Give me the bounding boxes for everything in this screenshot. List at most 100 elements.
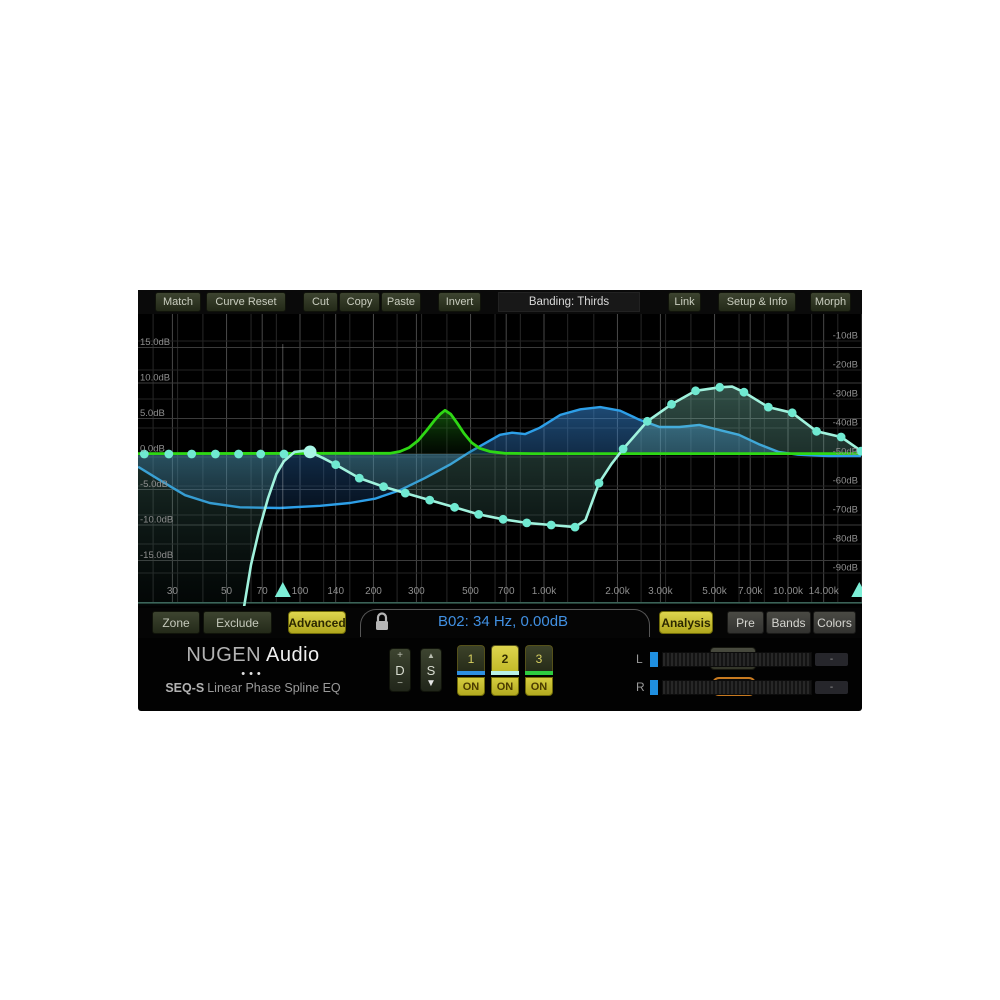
band-2-select[interactable]: 2: [491, 645, 519, 671]
band-3-on-toggle[interactable]: ON: [525, 677, 553, 696]
band-marker-triangle[interactable]: [275, 582, 291, 597]
freq-axis-label: 140: [327, 586, 344, 597]
freq-axis-label: 70: [257, 586, 269, 597]
spline-control-point[interactable]: [715, 383, 724, 392]
brand-dots: •••: [158, 668, 348, 680]
analysis-axis-label: -50dB: [833, 447, 858, 458]
freq-axis-label: 100: [292, 586, 309, 597]
spline-control-point[interactable]: [499, 515, 508, 524]
analysis-axis-label: -40dB: [833, 418, 858, 429]
product-name: SEQ-S: [165, 681, 204, 695]
meter-left-track: [662, 652, 812, 667]
meter-right-track: [662, 680, 812, 695]
curve-reset-button[interactable]: Curve Reset: [206, 292, 286, 312]
colors-button[interactable]: Colors: [813, 611, 856, 634]
freq-axis-label: 10.00k: [773, 586, 804, 597]
spline-control-point[interactable]: [788, 408, 797, 417]
spline-control-point[interactable]: [280, 450, 289, 459]
dither-plus[interactable]: +: [397, 651, 403, 661]
spline-control-point[interactable]: [595, 479, 604, 488]
spline-control-point[interactable]: [234, 450, 243, 459]
spline-control-point[interactable]: [571, 523, 580, 532]
dither-button[interactable]: + D −: [389, 648, 411, 692]
band-3-select[interactable]: 3: [525, 645, 553, 671]
toolbar: Match Curve Reset Cut Copy Paste Invert …: [138, 290, 862, 314]
link-button[interactable]: Link: [668, 292, 701, 312]
spline-control-point[interactable]: [619, 445, 628, 454]
band-1-number: 1: [468, 652, 475, 666]
paste-button[interactable]: Paste: [381, 292, 421, 312]
product-subtitle: Linear Phase Spline EQ: [207, 681, 340, 695]
band-1-select[interactable]: 1: [457, 645, 485, 671]
spline-control-point[interactable]: [355, 474, 364, 483]
spline-control-point[interactable]: [401, 489, 410, 498]
meter-right-clip-indicator: [650, 680, 658, 695]
setup-info-button[interactable]: Setup & Info: [718, 292, 796, 312]
brand-nugen: NUGEN: [186, 644, 261, 666]
band-1-on-toggle[interactable]: ON: [457, 677, 485, 696]
spline-control-point[interactable]: [547, 521, 556, 530]
freq-axis-label: 300: [408, 586, 425, 597]
analysis-button[interactable]: Analysis: [659, 611, 713, 634]
spline-control-point[interactable]: [331, 460, 340, 469]
spline-control-point[interactable]: [474, 510, 483, 519]
spline-control-point[interactable]: [211, 450, 220, 459]
analysis-axis-label: -60dB: [833, 476, 858, 487]
analysis-axis-label: -30dB: [833, 389, 858, 400]
gain-axis-label: 0.0dB: [140, 444, 165, 455]
spline-control-point-selected[interactable]: [304, 446, 317, 459]
right-edge-marker-triangle[interactable]: [851, 582, 862, 597]
product-tagline: SEQ-SLinear Phase Spline EQ: [158, 681, 348, 695]
s-stepper[interactable]: ▲ S ▼: [420, 648, 442, 692]
band-button-2: 2 ON: [491, 645, 519, 696]
cut-button[interactable]: Cut: [303, 292, 338, 312]
band-readout: B02: 34 Hz, 0.00dB: [388, 613, 618, 630]
eq-graph[interactable]: 3050701001402003005007001.00k2.00k3.00k5…: [138, 314, 862, 606]
meter-right-label: R: [636, 680, 645, 694]
spline-control-point[interactable]: [450, 503, 459, 512]
eq-graph-area[interactable]: 3050701001402003005007001.00k2.00k3.00k5…: [138, 314, 862, 606]
spline-control-point[interactable]: [837, 433, 846, 442]
spline-control-point[interactable]: [812, 427, 821, 436]
invert-button[interactable]: Invert: [438, 292, 481, 312]
analysis-axis-label: -10dB: [833, 331, 858, 342]
bands-button[interactable]: Bands: [766, 611, 811, 634]
exclude-button[interactable]: Exclude: [203, 611, 272, 634]
analysis-axis-label: -70dB: [833, 505, 858, 516]
gain-axis-label: -15.0dB: [140, 550, 173, 561]
banding-selector[interactable]: Banding: Thirds: [498, 292, 640, 312]
spline-control-point[interactable]: [522, 519, 531, 528]
s-down-arrow-icon[interactable]: ▼: [426, 679, 436, 689]
spline-control-point[interactable]: [379, 482, 388, 491]
meter-left-label: L: [636, 652, 643, 666]
freq-axis-label: 5.00k: [702, 586, 727, 597]
plot-bottom-edge: [138, 602, 862, 604]
dither-minus[interactable]: −: [397, 679, 403, 689]
spline-control-point[interactable]: [667, 400, 676, 409]
copy-button[interactable]: Copy: [339, 292, 380, 312]
pre-button[interactable]: Pre: [727, 611, 764, 634]
meter-left-clip-indicator: [650, 652, 658, 667]
meter-right-value: -: [815, 681, 848, 694]
match-button[interactable]: Match: [155, 292, 201, 312]
spline-control-point[interactable]: [764, 403, 773, 412]
spline-control-point[interactable]: [425, 496, 434, 505]
meter-left-value: -: [815, 653, 848, 666]
advanced-button[interactable]: Advanced: [288, 611, 346, 634]
gain-axis-label: 10.0dB: [140, 373, 170, 384]
spline-control-point[interactable]: [643, 417, 652, 426]
morph-button[interactable]: Morph: [810, 292, 851, 312]
zone-button[interactable]: Zone: [152, 611, 200, 634]
freq-axis-label: 7.00k: [738, 586, 763, 597]
freq-axis-label: 50: [221, 586, 233, 597]
spline-control-point[interactable]: [691, 386, 700, 395]
gain-axis-label: -10.0dB: [140, 515, 173, 526]
s-up-arrow-icon[interactable]: ▲: [427, 651, 435, 661]
spline-control-point[interactable]: [187, 450, 196, 459]
spline-control-point[interactable]: [256, 450, 265, 459]
band-2-on-toggle[interactable]: ON: [491, 677, 519, 696]
spline-control-point[interactable]: [164, 450, 173, 459]
brand-audio: Audio: [266, 644, 320, 666]
freq-axis-label: 1.00k: [532, 586, 557, 597]
spline-control-point[interactable]: [740, 388, 749, 397]
